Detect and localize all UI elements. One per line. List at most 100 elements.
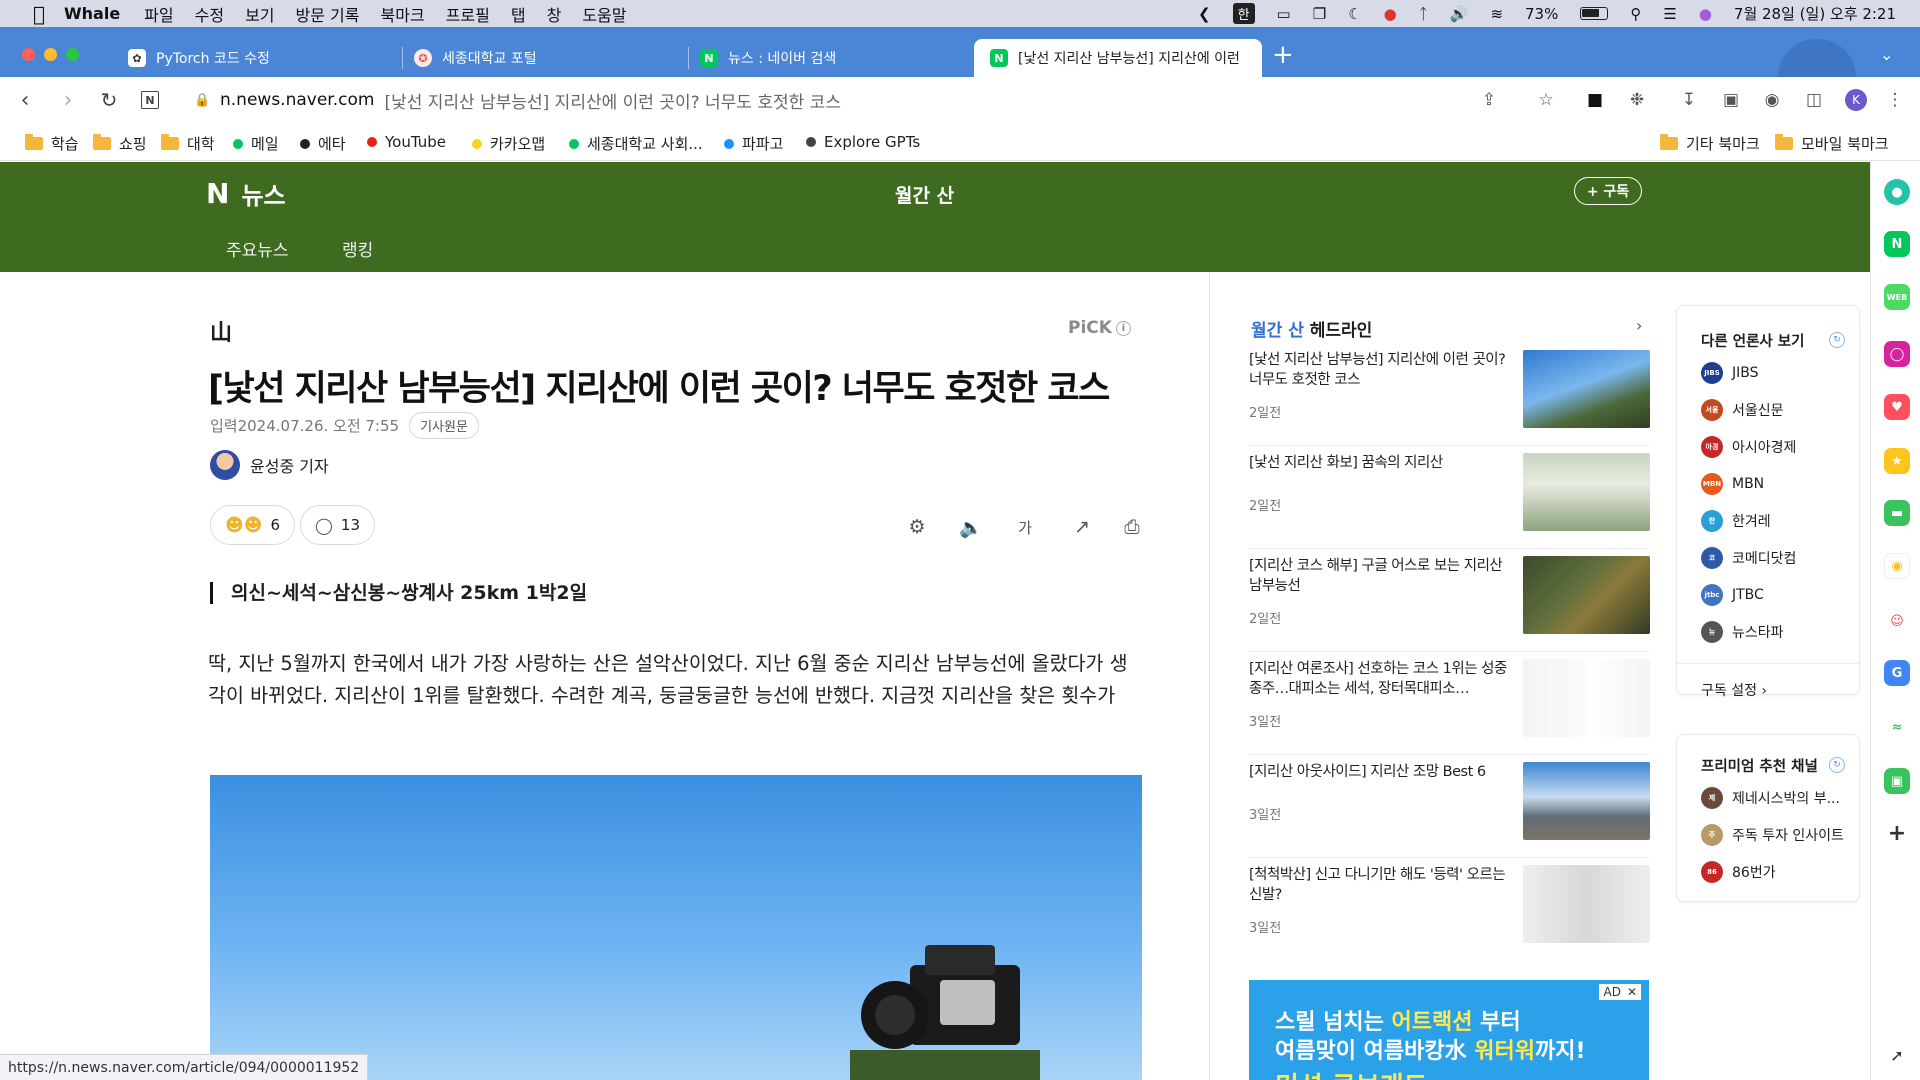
moon-icon[interactable]: ☾ [1348,5,1361,23]
bookmark-folder-college[interactable]: 대학 [161,133,215,154]
input-source-indicator[interactable]: 한 [1232,3,1255,24]
bookmark-folder-shopping[interactable]: 쇼핑 [93,133,147,154]
new-tab-button[interactable]: + [1272,42,1294,68]
stage-manager-icon[interactable]: ❐ [1313,5,1326,23]
wifi-icon[interactable]: ≋ [1490,5,1503,23]
refresh-icon[interactable]: ↻ [1829,757,1845,773]
advertisement-banner[interactable]: AD ✕ 스릴 넘치는 어트랙션 부터 여름맞이 여름바캉水 워터워까지! 미션… [1249,980,1649,1080]
menu-tab[interactable]: 탭 [511,2,526,26]
bookmark-folder-mobile[interactable]: 모바일 북마크 [1775,133,1889,154]
siri-icon[interactable]: ● [1699,5,1712,23]
refresh-icon[interactable]: ↻ [1829,332,1845,348]
whale-space-icon[interactable]: ● [1884,179,1910,205]
headlines-title[interactable]: 월간 산 헤드라인 [1251,316,1372,341]
instagram-icon[interactable]: ◯ [1884,341,1910,367]
display-icon[interactable]: ▭ [1277,5,1291,23]
chevron-right-icon[interactable]: › [1636,316,1642,335]
premium-channel-item[interactable]: 주 주독 투자 인사이트 [1701,824,1844,846]
bookmark-papago[interactable]: 파파고 [724,133,783,154]
split-view-icon[interactable]: ◫ [1803,89,1825,111]
menu-history[interactable]: 방문 기록 [296,2,360,26]
calendar-icon[interactable]: ▬ [1884,500,1910,526]
menu-bookmarks[interactable]: 북마크 [381,2,425,26]
record-icon[interactable]: ● [1384,5,1397,23]
reporter-byline[interactable]: 윤성중 기자 [210,450,329,480]
close-window-button[interactable] [22,48,35,61]
reaction-button[interactable]: ☻☻ 6 [210,505,296,545]
bookmark-mail[interactable]: 메일 [233,133,279,154]
stock-chart-icon[interactable]: ≈ [1884,714,1910,740]
bookmark-folder-other[interactable]: 기타 북마크 [1660,133,1760,154]
naver-home-button[interactable]: N [141,91,159,109]
press-item-seoul[interactable]: 서울 서울신문 [1701,399,1784,421]
share-icon[interactable]: ⇪ [1478,89,1500,111]
menubar-clock[interactable]: 7월 28일 (일) 오후 2:21 [1734,3,1896,24]
map-pin-icon[interactable]: ◉ [1884,553,1910,579]
nav-ranking[interactable]: 랭킹 [342,236,373,261]
battery-icon[interactable] [1580,7,1609,20]
star-icon[interactable]: ★ [1884,448,1910,474]
comment-button[interactable]: ◯ 13 [300,505,375,545]
control-center-icon[interactable]: ☰ [1663,5,1676,23]
info-icon[interactable]: i [1115,320,1131,336]
zoom-window-button[interactable] [66,48,79,61]
press-item-kormedi[interactable]: 코 코메디닷컴 [1701,547,1796,569]
bookmark-everytime[interactable]: 에타 [300,133,346,154]
press-item-asiae[interactable]: 아경 아시아경제 [1701,436,1796,458]
profile-avatar[interactable]: K [1845,89,1867,111]
lock-icon[interactable]: 🔒 [194,93,210,108]
premium-channel-item[interactable]: 제 제네시스박의 부... [1701,787,1840,809]
headline-item[interactable]: [낯선 지리산 남부능선] 지리산에 이런 곳이? 너무도 호젓한 코스 2일전 [1249,350,1650,446]
menu-edit[interactable]: 수정 [195,2,224,26]
video-camera-icon[interactable]: ■ [1584,89,1606,111]
headline-item[interactable]: [지리산 아웃사이드] 지리산 조망 Best 6 3일전 [1249,762,1650,858]
tab-article-active[interactable]: N [낯선 지리산 남부능선] 지리산에 이런 [974,39,1262,77]
naver-icon[interactable]: N [1884,231,1910,257]
bluetooth-icon[interactable]: ᛏ [1419,5,1428,23]
picture-in-picture-icon[interactable]: ▣ [1720,89,1742,111]
forward-button[interactable]: › [54,86,82,114]
text-to-speech-icon[interactable]: 🔈 [956,512,986,542]
capture-icon[interactable]: ◉ [1761,89,1783,111]
translate-icon[interactable]: G [1884,660,1910,686]
font-size-icon[interactable]: 가 [1010,512,1040,542]
volume-icon[interactable]: 🔊 [1450,5,1469,23]
press-item-newstapa[interactable]: 뉴 뉴스타파 [1701,621,1784,643]
subscribe-button[interactable]: + 구독 [1574,177,1642,205]
menu-help[interactable]: 도움말 [582,2,626,26]
bookmark-explore-gpts[interactable]: Explore GPTs [806,133,920,151]
menu-view[interactable]: 보기 [245,2,274,26]
spotlight-search-icon[interactable]: ⚲ [1630,5,1641,23]
download-icon[interactable]: ↧ [1678,89,1700,111]
print-icon[interactable]: ⎙ [1117,512,1147,542]
apple-menu-icon[interactable]:  [28,3,50,25]
article-photo[interactable] [210,775,1142,1080]
tab-pytorch[interactable]: ✿ PyTorch 코드 수정 [112,39,402,77]
heart-icon[interactable]: ♥ [1884,394,1910,420]
bookmark-youtube[interactable]: YouTube [367,133,446,151]
webtoon-icon[interactable]: WEB [1884,284,1910,310]
press-title[interactable]: 월간 산 [895,181,954,208]
smile-icon[interactable]: ☺ [1884,608,1910,634]
app-menu[interactable]: Whale [64,4,120,23]
close-icon[interactable]: ✕ [1627,985,1637,999]
address-bar[interactable]: 🔒 n.news.naver.com [낯선 지리산 남부능선] 지리산에 이런… [180,81,1560,119]
summary-bot-icon[interactable]: ⚙ [902,512,932,542]
press-item-jibs[interactable]: JIBS JIBS [1701,362,1759,384]
subscription-settings-link[interactable]: 구독 설정 › [1701,680,1767,700]
tab-sejong-portal[interactable]: ✪ 세종대학교 포털 [398,39,688,77]
naver-news-logo[interactable]: N 뉴스 [206,176,286,211]
minimize-window-button[interactable] [44,48,57,61]
nav-main-news[interactable]: 주요뉴스 [226,236,289,261]
press-item-hani[interactable]: 한 한겨레 [1701,510,1771,532]
reload-button[interactable]: ↻ [95,86,123,114]
menu-profile[interactable]: 프로필 [446,2,490,26]
back-button[interactable]: ‹ [11,86,39,114]
headline-item[interactable]: [척척박산] 신고 다니기만 해도 '등력' 오르는 신발? 3일전 [1249,865,1650,961]
headline-item[interactable]: [지리산 코스 해부] 구글 어스로 보는 지리산 남부능선 2일전 [1249,556,1650,652]
press-item-mbn[interactable]: MBN MBN [1701,473,1764,495]
tab-naver-search[interactable]: N 뉴스 : 네이버 검색 [684,39,974,77]
premium-channel-item[interactable]: 86 86번가 [1701,861,1776,883]
press-logo[interactable]: 山 [210,315,232,347]
share-icon[interactable]: ↗ [1067,512,1097,542]
